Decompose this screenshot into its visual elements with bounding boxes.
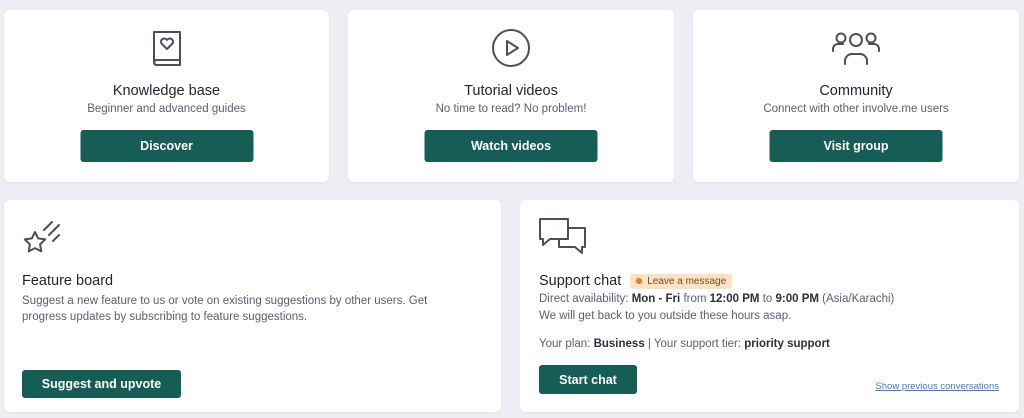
visit-group-button[interactable]: Visit group <box>769 130 943 162</box>
end-time: 9:00 PM <box>775 293 819 305</box>
status-dot-icon <box>636 278 643 284</box>
discover-button[interactable]: Discover <box>80 130 253 162</box>
tier-value: priority support <box>744 338 830 350</box>
status-badge: Leave a message <box>630 273 733 289</box>
card-subtitle: Connect with other involve.me users <box>763 103 949 115</box>
status-badge-label: Leave a message <box>647 275 727 287</box>
card-subtitle: No time to read? No problem! <box>435 103 587 115</box>
book-heart-icon <box>4 26 329 70</box>
start-time: 12:00 PM <box>709 293 760 305</box>
show-previous-conversations-link[interactable]: Show previous conversations <box>875 381 999 392</box>
users-group-icon <box>693 26 1019 70</box>
plan-value: Business <box>593 338 645 350</box>
support-chat-title: Support chat <box>539 273 622 289</box>
separator: | <box>647 338 651 350</box>
support-chat-title-row: Support chat Leave a message <box>539 273 733 289</box>
tier-label: Your support tier: <box>653 338 742 350</box>
watch-videos-button[interactable]: Watch videos <box>424 130 598 162</box>
community-card: Community Connect with other involve.me … <box>693 10 1019 182</box>
knowledge-base-card: Knowledge base Beginner and advanced gui… <box>4 10 329 182</box>
shooting-star-icon <box>22 218 64 260</box>
feature-board-description: Suggest a new feature to us or vote on e… <box>22 295 428 323</box>
outside-hours-note: We will get back to you outside these ho… <box>539 310 792 322</box>
plan-line: Your plan: Business | Your support tier:… <box>539 338 830 350</box>
availability-label: Direct availability: <box>539 293 629 305</box>
card-title: Knowledge base <box>112 83 221 99</box>
play-circle-icon <box>348 26 674 70</box>
suggest-and-upvote-button[interactable]: Suggest and upvote <box>22 370 181 398</box>
availability-line: Direct availability: Mon - Fri from 12:0… <box>539 293 894 305</box>
card-title: Tutorial videos <box>464 83 558 99</box>
chat-bubbles-icon <box>538 216 588 258</box>
to-word: to <box>762 293 773 305</box>
availability-days: Mon - Fri <box>631 293 681 305</box>
card-subtitle: Beginner and advanced guides <box>87 103 246 115</box>
plan-label: Your plan: <box>539 338 591 350</box>
support-chat-card: Support chat Leave a message Direct avai… <box>520 200 1019 412</box>
card-title: Community <box>819 83 893 99</box>
tutorial-videos-card: Tutorial videos No time to read? No prob… <box>348 10 674 182</box>
feature-board-title: Feature board <box>22 273 114 289</box>
from-word: from <box>683 293 707 305</box>
start-chat-button[interactable]: Start chat <box>539 365 637 394</box>
feature-board-card: Feature board Suggest a new feature to u… <box>4 200 501 412</box>
timezone: (Asia/Karachi) <box>822 293 895 305</box>
